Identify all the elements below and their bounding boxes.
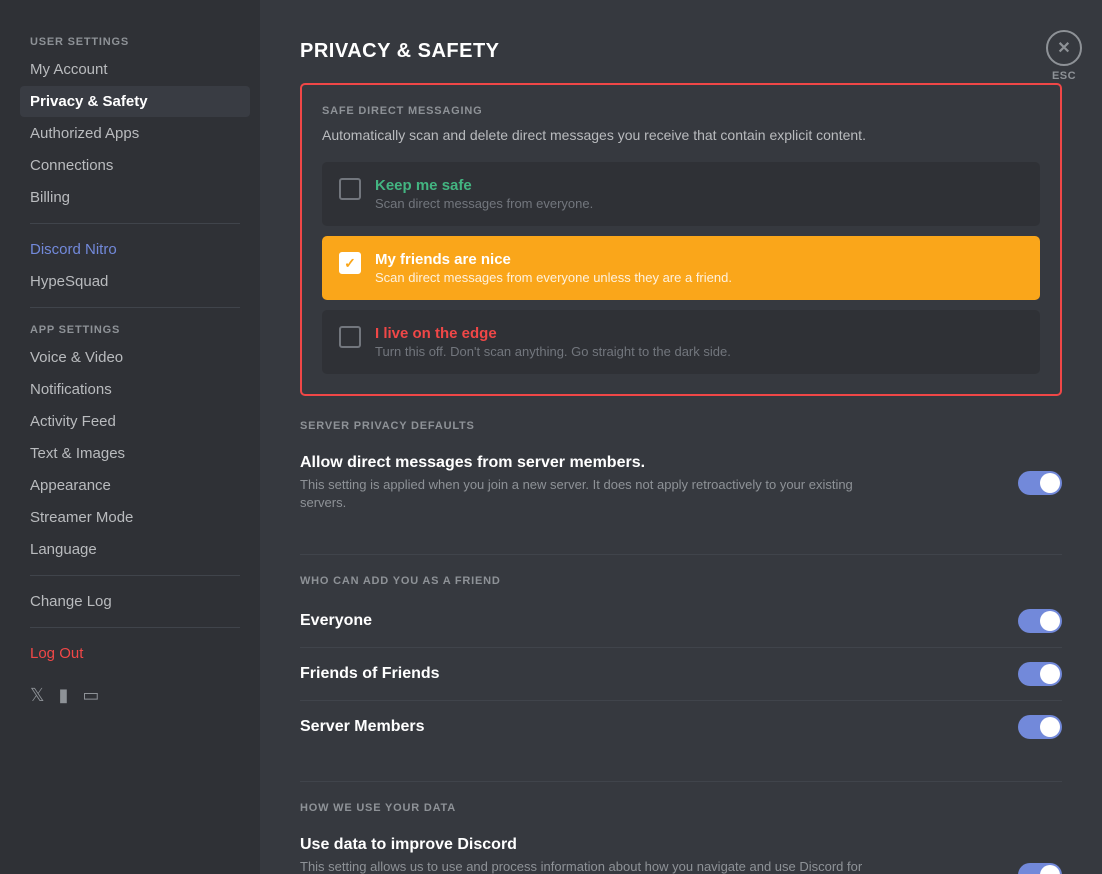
sidebar-item-discord-nitro[interactable]: Discord Nitro (20, 234, 250, 265)
how-we-use-header: HOW WE USE YOUR DATA (300, 802, 1062, 814)
use-data-label: Use data to improve Discord (300, 836, 880, 854)
option-live-edge-subtitle: Turn this off. Don't scan anything. Go s… (375, 344, 731, 359)
sidebar-item-logout[interactable]: Log Out (20, 638, 250, 669)
divider-2 (300, 781, 1062, 782)
sidebar-item-notifications[interactable]: Notifications (20, 374, 250, 405)
friends-of-friends-row: Friends of Friends (300, 648, 1062, 701)
allow-dm-row: Allow direct messages from server member… (300, 440, 1062, 526)
server-members-label: Server Members (300, 718, 425, 736)
checkbox-live-edge[interactable] (339, 326, 361, 348)
sidebar-item-my-account[interactable]: My Account (20, 54, 250, 85)
main-content: ✕ ESC PRIVACY & SAFETY SAFE DIRECT MESSA… (260, 0, 1102, 874)
friends-of-friends-toggle[interactable] (1018, 662, 1062, 686)
who-can-add-section: WHO CAN ADD YOU AS A FRIEND Everyone Fri… (300, 575, 1062, 753)
allow-dm-label: Allow direct messages from server member… (300, 454, 880, 472)
checkbox-keep-safe[interactable] (339, 178, 361, 200)
sidebar-divider-4 (30, 627, 240, 628)
friends-of-friends-label: Friends of Friends (300, 665, 440, 683)
sidebar-divider-2 (30, 307, 240, 308)
safe-dm-section: SAFE DIRECT MESSAGING Automatically scan… (300, 83, 1062, 396)
esc-button[interactable]: ✕ ESC (1046, 30, 1082, 82)
use-data-row: Use data to improve Discord This setting… (300, 822, 1062, 874)
use-data-desc: This setting allows us to use and proces… (300, 858, 880, 874)
app-settings-label: APP SETTINGS (20, 324, 250, 336)
option-friends-nice-title: My friends are nice (375, 251, 732, 268)
option-live-edge[interactable]: I live on the edge Turn this off. Don't … (322, 310, 1040, 374)
twitter-icon[interactable]: 𝕏 (30, 685, 45, 706)
checkbox-friends-nice[interactable] (339, 252, 361, 274)
allow-dm-toggle[interactable] (1018, 471, 1062, 495)
use-data-text: Use data to improve Discord This setting… (300, 836, 880, 874)
use-data-toggle[interactable] (1018, 863, 1062, 874)
safe-dm-header: SAFE DIRECT MESSAGING (322, 105, 1040, 117)
esc-circle-icon: ✕ (1046, 30, 1082, 66)
facebook-icon[interactable]: ▮ (59, 685, 69, 706)
option-friends-nice-subtitle: Scan direct messages from everyone unles… (375, 270, 732, 285)
option-keep-safe-title: Keep me safe (375, 177, 593, 194)
how-we-use-section: HOW WE USE YOUR DATA Use data to improve… (300, 802, 1062, 874)
everyone-label: Everyone (300, 612, 372, 630)
sidebar-divider-1 (30, 223, 240, 224)
user-settings-label: USER SETTINGS (20, 36, 250, 48)
option-keep-safe-text: Keep me safe Scan direct messages from e… (375, 177, 593, 211)
sidebar-item-authorized-apps[interactable]: Authorized Apps (20, 118, 250, 149)
who-can-add-header: WHO CAN ADD YOU AS A FRIEND (300, 575, 1062, 587)
sidebar-item-connections[interactable]: Connections (20, 150, 250, 181)
option-friends-nice[interactable]: My friends are nice Scan direct messages… (322, 236, 1040, 300)
server-members-row: Server Members (300, 701, 1062, 753)
sidebar: USER SETTINGS My Account Privacy & Safet… (0, 0, 260, 874)
divider-1 (300, 554, 1062, 555)
option-keep-safe[interactable]: Keep me safe Scan direct messages from e… (322, 162, 1040, 226)
option-keep-safe-subtitle: Scan direct messages from everyone. (375, 196, 593, 211)
sidebar-item-change-log[interactable]: Change Log (20, 586, 250, 617)
everyone-toggle[interactable] (1018, 609, 1062, 633)
option-friends-nice-text: My friends are nice Scan direct messages… (375, 251, 732, 285)
sidebar-item-appearance[interactable]: Appearance (20, 470, 250, 501)
server-privacy-header: SERVER PRIVACY DEFAULTS (300, 420, 1062, 432)
sidebar-item-voice-video[interactable]: Voice & Video (20, 342, 250, 373)
sidebar-item-text-images[interactable]: Text & Images (20, 438, 250, 469)
sidebar-item-billing[interactable]: Billing (20, 182, 250, 213)
sidebar-item-privacy-safety[interactable]: Privacy & Safety (20, 86, 250, 117)
safe-dm-desc: Automatically scan and delete direct mes… (322, 125, 1040, 146)
page-title: PRIVACY & SAFETY (300, 40, 1062, 63)
option-live-edge-title: I live on the edge (375, 325, 731, 342)
sidebar-divider-3 (30, 575, 240, 576)
everyone-row: Everyone (300, 595, 1062, 648)
sidebar-item-activity-feed[interactable]: Activity Feed (20, 406, 250, 437)
server-privacy-section: SERVER PRIVACY DEFAULTS Allow direct mes… (300, 420, 1062, 526)
esc-label: ESC (1052, 70, 1076, 82)
social-icons: 𝕏 ▮ ▭ (20, 685, 250, 706)
sidebar-item-language[interactable]: Language (20, 534, 250, 565)
allow-dm-desc: This setting is applied when you join a … (300, 476, 880, 512)
server-members-toggle[interactable] (1018, 715, 1062, 739)
sidebar-item-hypesquad[interactable]: HypeSquad (20, 266, 250, 297)
option-live-edge-text: I live on the edge Turn this off. Don't … (375, 325, 731, 359)
allow-dm-text: Allow direct messages from server member… (300, 454, 880, 512)
sidebar-item-streamer-mode[interactable]: Streamer Mode (20, 502, 250, 533)
instagram-icon[interactable]: ▭ (82, 685, 99, 706)
